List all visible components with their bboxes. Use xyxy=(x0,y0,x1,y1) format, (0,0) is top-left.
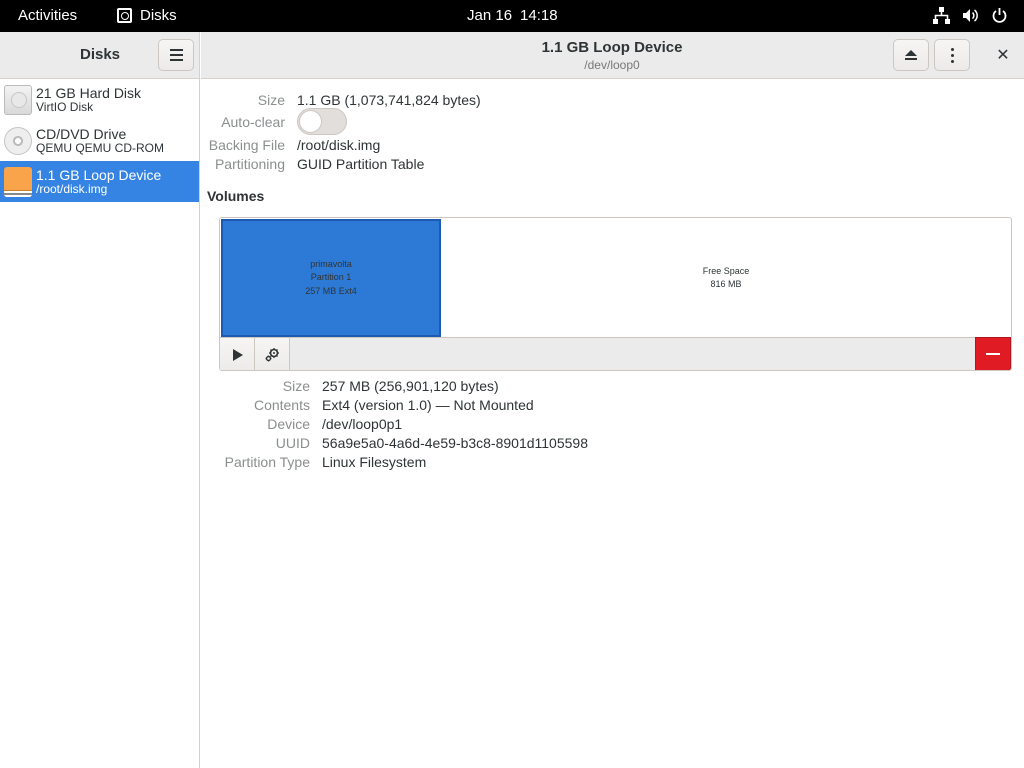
eject-button[interactable] xyxy=(893,39,929,71)
partition-number: Partition 1 xyxy=(310,272,352,283)
gears-icon xyxy=(265,347,279,361)
disks-app-icon xyxy=(117,8,132,23)
disk-name: 21 GB Hard Disk xyxy=(36,84,142,101)
optical-drive-icon xyxy=(4,126,32,155)
free-space-block[interactable]: Free Space 816 MB xyxy=(441,219,1011,337)
eject-icon xyxy=(905,50,917,60)
contents-value: Ext4 (version 1.0) — Not Mounted xyxy=(322,397,534,413)
sidebar-item-loop-device[interactable]: 1.1 GB Loop Device /root/disk.img xyxy=(0,161,199,202)
size-label: Size xyxy=(257,92,285,108)
disk-name: 1.1 GB Loop Device xyxy=(36,166,162,183)
uuid-value: 56a9e5a0-4a6d-4e59-b3c8-8901d1105598 xyxy=(322,435,588,451)
clock-time: 14:18 xyxy=(520,7,558,24)
network-icon[interactable] xyxy=(933,7,950,24)
autoclear-label: Auto-clear xyxy=(221,114,285,130)
sidebar: Disks 21 GB Hard Disk VirtIO Disk CD/DVD… xyxy=(0,32,200,768)
device-value: /dev/loop0p1 xyxy=(322,416,403,432)
minus-icon xyxy=(986,353,1000,355)
clock-date: Jan 16 xyxy=(467,7,513,24)
menu-icon-line xyxy=(169,54,183,56)
partition-detail: 257 MB Ext4 xyxy=(305,285,357,296)
partition-size-value: 257 MB (256,901,120 bytes) xyxy=(322,378,499,394)
partitioning-label: Partitioning xyxy=(214,156,285,172)
top-bar: Activities Disks Jan 16 14:18 xyxy=(0,0,1024,32)
partition-type-label: Partition Type xyxy=(224,454,310,470)
partitioning-value: GUID Partition Table xyxy=(297,156,425,172)
device-label: Device xyxy=(267,416,310,432)
sidebar-item-hard-disk[interactable]: 21 GB Hard Disk VirtIO Disk xyxy=(0,79,199,120)
activities-button[interactable]: Activities xyxy=(18,7,77,24)
disk-subtitle: /root/disk.img xyxy=(36,181,108,196)
partition-size-label: Size xyxy=(282,378,310,394)
kebab-menu-icon xyxy=(950,47,954,63)
power-icon[interactable] xyxy=(991,7,1008,24)
contents-label: Contents xyxy=(253,397,310,413)
device-details: Size 1.1 GB (1,073,741,824 bytes) Auto-c… xyxy=(201,79,1024,768)
header-bar: 1.1 GB Loop Device /dev/loop0 ✕ xyxy=(201,32,1024,79)
partition-name: primavolta xyxy=(310,259,352,270)
disks-window: Disks 21 GB Hard Disk VirtIO Disk CD/DVD… xyxy=(0,32,1024,768)
sidebar-item-cd-drive[interactable]: CD/DVD Drive QEMU QEMU CD-ROM xyxy=(0,120,199,161)
app-name: Disks xyxy=(140,7,177,24)
loop-device-icon xyxy=(4,166,32,197)
clock[interactable]: Jan 16 14:18 xyxy=(467,7,558,24)
menu-icon xyxy=(169,49,183,51)
volume-toolbar xyxy=(220,337,1011,370)
backing-file-label: Backing File xyxy=(208,137,285,153)
volumes-heading: Volumes xyxy=(207,188,265,204)
delete-partition-button[interactable] xyxy=(975,337,1011,370)
disk-subtitle: QEMU QEMU CD-ROM xyxy=(36,140,164,155)
size-value: 1.1 GB (1,073,741,824 bytes) xyxy=(297,92,481,108)
close-button[interactable]: ✕ xyxy=(985,39,1021,71)
system-tray[interactable] xyxy=(933,7,1008,24)
volume-icon[interactable] xyxy=(962,7,979,24)
disk-subtitle: VirtIO Disk xyxy=(36,99,94,114)
sidebar-header: Disks xyxy=(0,32,199,79)
partition-options-button[interactable] xyxy=(255,338,290,370)
hamburger-menu-button[interactable] xyxy=(158,39,194,71)
free-space-size: 816 MB xyxy=(710,279,742,289)
more-options-button[interactable] xyxy=(934,39,970,71)
hard-disk-icon xyxy=(4,84,32,115)
play-icon xyxy=(233,348,243,361)
partition-1-block[interactable]: primavolta Partition 1 257 MB Ext4 xyxy=(221,219,441,337)
partition-type-value: Linux Filesystem xyxy=(322,454,427,470)
backing-file-value: /root/disk.img xyxy=(297,137,381,153)
mount-button[interactable] xyxy=(220,338,255,370)
uuid-label: UUID xyxy=(275,435,310,451)
menu-icon-line xyxy=(169,59,183,61)
free-space-label: Free Space xyxy=(702,265,750,276)
app-menu[interactable]: Disks xyxy=(117,7,177,24)
switch-knob xyxy=(299,110,322,133)
volume-map: primavolta Partition 1 257 MB Ext4 Free … xyxy=(219,217,1012,371)
close-icon: ✕ xyxy=(996,47,1010,64)
autoclear-switch[interactable] xyxy=(297,108,347,135)
disk-name: CD/DVD Drive xyxy=(36,125,127,142)
